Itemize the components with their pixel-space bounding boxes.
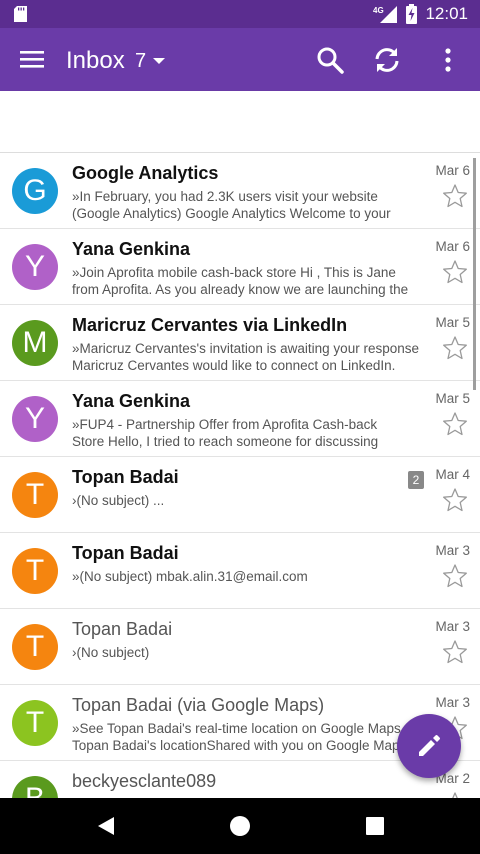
search-icon[interactable] — [316, 46, 344, 74]
message-snippet: »Join Aprofita mobile cash-back store Hi… — [72, 264, 434, 298]
sender-name: Yana Genkina — [72, 391, 191, 411]
sender-name: Topan Badai — [72, 543, 179, 563]
snippet-line-1: ›(No subject) — [72, 645, 150, 660]
snippet-line-2: from Aprofita. As you already know we ar… — [72, 282, 409, 297]
email-date: Mar 5 — [435, 315, 470, 330]
chevron-down-icon[interactable] — [153, 58, 165, 64]
recents-icon[interactable] — [363, 814, 387, 838]
sender-name: Topan Badai — [72, 619, 173, 639]
star-icon[interactable] — [442, 563, 468, 589]
sender-name: Yana Genkina — [72, 239, 191, 259]
sync-icon[interactable] — [373, 46, 401, 74]
back-icon[interactable] — [94, 814, 118, 838]
snippet-line-1: »FUP4 - Partnership Offer from Aprofita … — [72, 417, 378, 432]
email-date: Mar 6 — [435, 239, 470, 254]
folder-title[interactable]: Inbox — [66, 47, 125, 75]
star-icon[interactable] — [442, 791, 468, 798]
app-bar: Inbox 7 — [0, 28, 480, 91]
sender-name: Maricruz Cervantes via LinkedIn — [72, 315, 348, 335]
more-options-icon[interactable] — [434, 46, 462, 74]
star-icon[interactable] — [442, 183, 468, 209]
email-row[interactable]: Y Yana Genkina »Join Aprofita mobile cash-… — [0, 229, 480, 305]
email-list[interactable]: G Google Analytics »In February, you had 2… — [0, 153, 480, 798]
avatar[interactable]: M — [12, 320, 58, 366]
avatar[interactable]: T — [12, 624, 58, 670]
email-row[interactable]: T Topan Badai »(No subject) mbak.alin.31@e… — [0, 533, 480, 609]
battery-charging-icon — [406, 4, 418, 24]
sender-name: beckyesclante089 — [72, 771, 217, 791]
email-date: Mar 6 — [435, 163, 470, 178]
avatar[interactable]: Y — [12, 396, 58, 442]
sender-name: Google Analytics — [72, 163, 219, 183]
snippet-line-1: »Maricruz Cervantes's invitation is awai… — [72, 341, 419, 356]
clock: 12:01 — [425, 4, 468, 23]
avatar[interactable]: T — [12, 700, 58, 746]
message-snippet: »Maricruz Cervantes's invitation is awai… — [72, 340, 434, 374]
status-bar: 4G 12:01 — [0, 0, 480, 28]
avatar[interactable]: T — [12, 472, 58, 518]
snippet-line-1: »See Topan Badai's real-time location on… — [72, 721, 401, 736]
snippet-line-1: »In February, you had 2.3K users visit y… — [72, 189, 378, 204]
snippet-line-2: Store Hello, I tried to reach someone fo… — [72, 434, 379, 449]
message-snippet: ›(No subject) — [72, 644, 434, 661]
snippet-line-2: (Google Analytics) Google Analytics Welc… — [72, 206, 391, 221]
email-date: Mar 4 — [435, 467, 470, 482]
sd-card-icon — [14, 6, 27, 22]
star-icon[interactable] — [442, 487, 468, 513]
message-snippet: »FUP4 - Partnership Offer from Aprofita … — [72, 416, 434, 450]
snippet-line-2: Maricruz Cervantes would like to connect… — [72, 358, 396, 373]
banner-area — [0, 91, 480, 153]
avatar[interactable]: G — [12, 168, 58, 214]
snippet-line-1: ›(No subject) ... — [72, 493, 165, 508]
sender-name: Topan Badai — [72, 467, 179, 487]
email-row[interactable]: Y Yana Genkina »FUP4 - Partnership Offer f… — [0, 381, 480, 457]
email-date: Mar 5 — [435, 391, 470, 406]
navigation-bar — [0, 798, 480, 854]
message-snippet: »In February, you had 2.3K users visit y… — [72, 188, 434, 222]
email-date: Mar 3 — [435, 695, 470, 710]
email-row[interactable]: G Google Analytics »In February, you had 2… — [0, 153, 480, 229]
scrollbar[interactable] — [473, 158, 476, 390]
snippet-line-2: Topan Badai's locationShared with you on… — [72, 738, 407, 753]
avatar[interactable]: Y — [12, 244, 58, 290]
email-date: Mar 3 — [435, 619, 470, 634]
message-snippet: ›(No subject) ... — [72, 492, 434, 509]
email-row[interactable]: M Maricruz Cervantes via LinkedIn »Maricru… — [0, 305, 480, 381]
snippet-line-1: »Join Aprofita mobile cash-back store Hi… — [72, 265, 396, 280]
menu-icon[interactable] — [20, 49, 44, 69]
star-icon[interactable] — [442, 411, 468, 437]
email-date: Mar 3 — [435, 543, 470, 558]
message-snippet: »See Topan Badai's real-time location on… — [72, 720, 434, 754]
star-icon[interactable] — [442, 259, 468, 285]
email-row[interactable]: T Topan Badai ›(No subject) ... 2 Mar 4 — [0, 457, 480, 533]
avatar[interactable]: T — [12, 548, 58, 594]
avatar[interactable]: B — [12, 776, 58, 798]
message-snippet: »(No subject) mbak.alin.31@email.com — [72, 568, 434, 585]
unread-count[interactable]: 7 — [135, 50, 146, 73]
sender-name: Topan Badai (via Google Maps) — [72, 695, 325, 715]
network-type: 4G — [373, 6, 384, 15]
signal-icon: 4G — [373, 6, 398, 23]
star-icon[interactable] — [442, 335, 468, 361]
home-icon[interactable] — [228, 814, 252, 838]
email-row[interactable]: T Topan Badai ›(No subject) Mar 3 — [0, 609, 480, 685]
thread-count-badge: 2 — [408, 471, 424, 489]
compose-button[interactable] — [397, 714, 461, 778]
snippet-line-1: »(No subject) mbak.alin.31@email.com — [72, 569, 308, 584]
pencil-icon — [419, 735, 440, 756]
star-icon[interactable] — [442, 639, 468, 665]
